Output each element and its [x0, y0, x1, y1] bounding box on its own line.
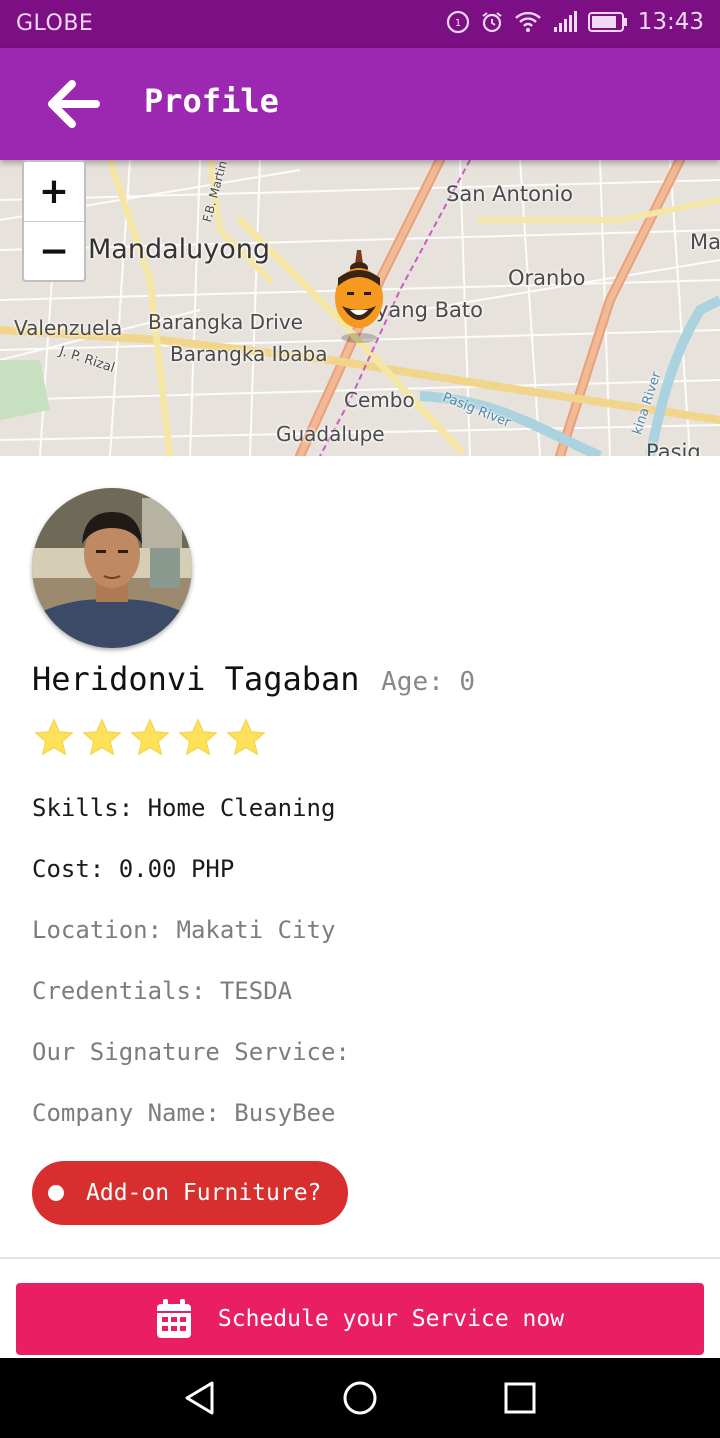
divider — [0, 1257, 720, 1259]
map-label-cembo: Cembo — [344, 388, 415, 412]
square-recents-icon — [504, 1382, 536, 1414]
location-text: Location: Makati City — [32, 916, 336, 944]
map-label-ma: Ma — [690, 230, 720, 254]
rating-stars — [32, 716, 268, 760]
battery-icon — [587, 12, 627, 32]
back-nav-button[interactable] — [182, 1380, 218, 1420]
data-saver-icon: 1 — [446, 10, 469, 34]
worker-age: Age: 0 — [381, 667, 476, 697]
profile-photo — [32, 488, 192, 648]
map-label-pasig: Pasig — [646, 440, 701, 456]
zoom-in-button[interactable]: + — [24, 162, 84, 221]
schedule-label: Schedule your Service now — [217, 1306, 565, 1332]
circle-home-icon — [343, 1381, 377, 1415]
map-label-oranbo: Oranbo — [508, 266, 586, 290]
home-nav-button[interactable] — [342, 1380, 378, 1420]
svg-text:1: 1 — [455, 18, 461, 29]
signature-service-text: Our Signature Service: — [32, 1038, 350, 1066]
cost-text: Cost: 0.00 PHP — [32, 855, 235, 883]
mascot-pin-icon — [335, 250, 383, 343]
addon-label: Add-on Furniture? — [86, 1180, 322, 1206]
star-icon — [178, 718, 218, 756]
radio-dot-icon — [48, 1185, 64, 1201]
map-label-pineda: yang Bato — [376, 298, 483, 322]
star-icon — [34, 718, 74, 756]
clock: 13:43 — [637, 9, 704, 35]
app-bar: Profile — [0, 48, 720, 160]
calendar-icon — [156, 1299, 191, 1338]
addon-furniture-toggle[interactable]: Add-on Furniture? — [32, 1161, 348, 1225]
triangle-back-icon — [185, 1381, 214, 1415]
location-pin[interactable] — [330, 248, 388, 348]
alarm-icon — [482, 12, 502, 33]
zoom-control: + − — [22, 160, 86, 282]
system-nav-bar — [0, 1358, 720, 1438]
skills-text: Skills: Home Cleaning — [32, 794, 336, 822]
back-button[interactable] — [40, 76, 104, 132]
map-label-san-antonio: San Antonio — [446, 182, 573, 206]
map-label-guadalupe: Guadalupe — [276, 422, 385, 446]
company-name-text: Company Name: BusyBee — [32, 1099, 336, 1127]
star-icon — [130, 718, 170, 756]
zoom-out-button[interactable]: − — [24, 221, 84, 281]
status-bar: GLOBE 1 13:43 — [0, 0, 720, 48]
carrier-label: GLOBE — [16, 11, 94, 36]
star-icon — [226, 718, 266, 756]
map-label-barangka-ibaba: Barangka Ibaba — [170, 342, 328, 366]
credentials-text: Credentials: TESDA — [32, 977, 293, 1005]
name-row: Heridonvi Tagaban Age: 0 — [32, 660, 475, 698]
wifi-icon — [514, 11, 541, 32]
status-icons: 1 13:43 — [446, 9, 704, 35]
map-label-barangka-drive: Barangka Drive — [148, 310, 303, 334]
page-title: Profile — [144, 82, 279, 120]
recents-nav-button[interactable] — [502, 1380, 538, 1420]
worker-name: Heridonvi Tagaban — [32, 660, 360, 698]
avatar — [32, 488, 192, 648]
map-label-valenzuela: Valenzuela — [14, 316, 123, 340]
map-view[interactable]: San Antonio Ma Mandaluyong Oranbo yang B… — [0, 160, 720, 456]
signal-icon — [553, 11, 577, 32]
schedule-service-button[interactable]: Schedule your Service now — [16, 1283, 704, 1355]
map-label-mandaluyong: Mandaluyong — [88, 234, 270, 265]
star-icon — [82, 718, 122, 756]
arrow-left-icon — [48, 80, 100, 128]
